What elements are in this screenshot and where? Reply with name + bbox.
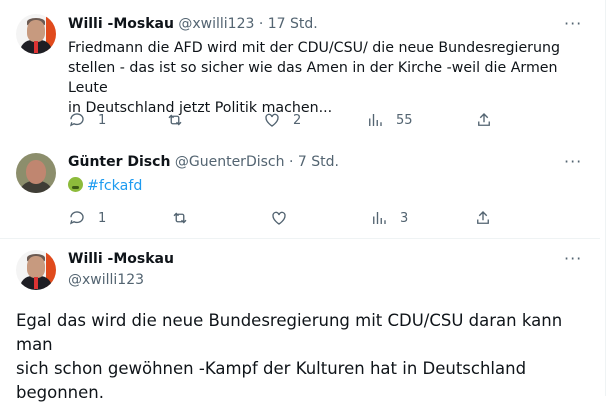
like-count: 2: [293, 112, 302, 128]
author-handle[interactable]: @GuenterDisch: [175, 154, 285, 170]
retweet-button[interactable]: [171, 208, 201, 228]
reply-count: 1: [98, 112, 107, 128]
like-button[interactable]: 2: [263, 110, 301, 130]
heart-icon: [272, 211, 286, 225]
author-handle[interactable]: @xwilli123: [178, 16, 254, 32]
main-tweet: Willi -Moskau @xwilli123 ··· Egal das wi…: [0, 239, 600, 402]
tweet-header: Willi -Moskau @xwilli123 · 17 Std.: [68, 16, 318, 32]
timestamp[interactable]: · 17 Std.: [259, 16, 318, 32]
nauseated-face-emoji: [68, 177, 83, 192]
action-bar: 1 2 55: [68, 110, 508, 130]
tweet-header: Günter Disch @GuenterDisch · 7 Std.: [68, 154, 339, 170]
more-options-icon[interactable]: ···: [564, 14, 582, 33]
author-name[interactable]: Günter Disch: [68, 154, 170, 170]
like-button[interactable]: [270, 208, 300, 228]
text-line: Egal das wird die neue Bundesregierung m…: [16, 311, 563, 354]
share-button[interactable]: [475, 110, 493, 130]
main-author-name: Willi -Moskau: [68, 251, 174, 267]
bar-chart-icon: [373, 212, 386, 224]
tweet-text: Friedmann die AFD wird mit der CDU/CSU/ …: [68, 38, 588, 118]
more-options-icon[interactable]: ···: [564, 249, 582, 268]
action-bar: 1 3: [68, 208, 508, 228]
text-line: Friedmann die AFD wird mit der CDU/CSU/ …: [68, 40, 560, 56]
views-button[interactable]: 55: [366, 110, 413, 130]
avatar[interactable]: [16, 14, 56, 54]
avatar[interactable]: [16, 153, 56, 193]
share-icon: [477, 211, 489, 224]
reply-tweet-2[interactable]: Günter Disch @GuenterDisch · 7 Std. ··· …: [0, 140, 600, 238]
reply-button[interactable]: 1: [68, 208, 106, 228]
more-options-icon[interactable]: ···: [564, 152, 582, 171]
view-count: 55: [396, 112, 413, 128]
timestamp[interactable]: · 7 Std.: [289, 154, 339, 170]
bar-chart-icon: [369, 114, 382, 126]
reply-button[interactable]: 1: [68, 110, 106, 130]
author-name[interactable]: Willi -Moskau: [68, 16, 174, 32]
view-count: 3: [400, 210, 409, 226]
views-button[interactable]: 3: [370, 208, 408, 228]
author-handle[interactable]: @xwilli123: [68, 272, 144, 288]
tweet-text: #fckafd: [68, 176, 142, 196]
heart-icon: [265, 113, 279, 127]
share-icon: [478, 113, 490, 126]
retweet-button[interactable]: [166, 110, 196, 130]
retweet-icon: [173, 212, 187, 224]
avatar[interactable]: [16, 250, 56, 290]
reply-icon: [69, 211, 84, 225]
share-button[interactable]: [474, 208, 492, 228]
reply-tweet-1[interactable]: Willi -Moskau @xwilli123 · 17 Std. ··· F…: [0, 0, 600, 140]
retweet-icon: [168, 114, 182, 126]
text-line: sich schon gewöhnen -Kampf der Kulturen …: [16, 359, 527, 378]
hashtag-link[interactable]: #fckafd: [87, 178, 142, 194]
reply-icon: [69, 113, 84, 127]
text-line: begonnen.: [16, 383, 104, 402]
reply-count: 1: [98, 210, 107, 226]
text-line: stellen - das ist so sicher wie das Amen…: [68, 60, 558, 96]
main-tweet-text: Egal das wird die neue Bundesregierung m…: [16, 309, 586, 405]
main-author-handle: @xwilli123: [68, 272, 144, 288]
author-name[interactable]: Willi -Moskau: [68, 251, 174, 267]
